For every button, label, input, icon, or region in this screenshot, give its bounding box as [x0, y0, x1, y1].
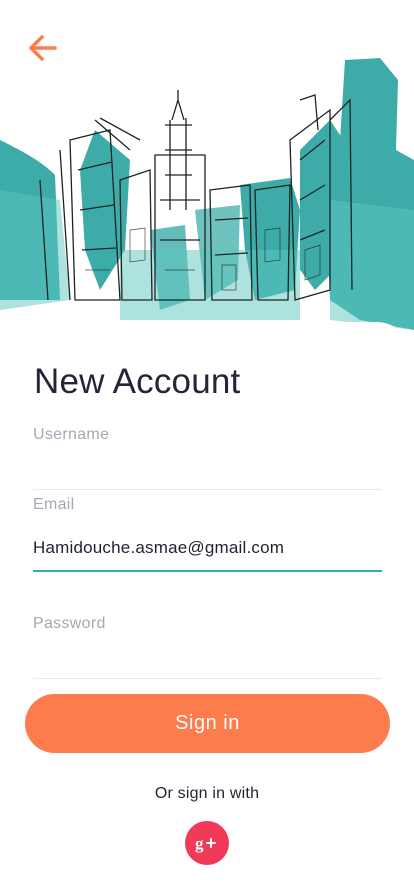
back-button[interactable]: [26, 32, 60, 66]
signin-button[interactable]: Sign in: [25, 694, 390, 753]
username-label: Username: [33, 426, 110, 443]
email-field-group: Email: [33, 496, 382, 572]
arrow-left-icon: [29, 35, 57, 61]
google-signin-button[interactable]: g: [185, 821, 229, 865]
username-underline: [33, 489, 382, 490]
username-field[interactable]: [33, 454, 382, 482]
page-title: New Account: [34, 362, 241, 401]
svg-text:g: g: [195, 834, 204, 853]
header-illustration: [0, 0, 414, 360]
city-sketch-illustration: [0, 58, 414, 330]
username-field-group: Username: [33, 426, 382, 490]
password-underline: [33, 678, 382, 679]
signup-card: New Account Username Email Password Sign…: [0, 322, 414, 896]
google-plus-icon: g: [195, 834, 216, 853]
email-field[interactable]: [33, 534, 382, 562]
password-field[interactable]: [33, 643, 382, 671]
alt-signin-text: Or sign in with: [154, 785, 260, 802]
email-label: Email: [33, 496, 75, 513]
email-underline: [33, 570, 382, 572]
password-field-group: Password: [33, 615, 382, 679]
password-label: Password: [33, 615, 106, 632]
